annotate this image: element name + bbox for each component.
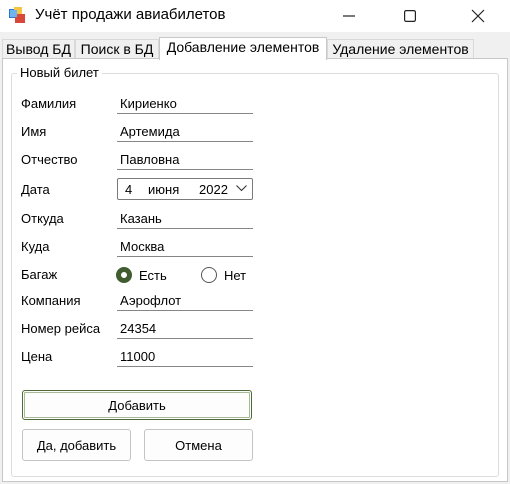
baggage-yes-radio[interactable]: Есть (116, 267, 167, 283)
baggage-no-radio[interactable]: Нет (201, 267, 246, 283)
company-label: Компания (21, 293, 81, 308)
date-month[interactable]: июня (148, 182, 179, 197)
patronymic-label: Отчество (21, 152, 78, 167)
cancel-button[interactable]: Отмена (144, 429, 253, 461)
price-label: Цена (21, 349, 53, 364)
radio-unchecked-icon[interactable] (201, 267, 217, 283)
tab-delete-elements[interactable]: Удаление элементов (327, 39, 474, 59)
minimize-button[interactable] (326, 0, 372, 32)
title-bar: Учёт продажи авиабилетов (0, 0, 510, 32)
window-title: Учёт продажи авиабилетов (35, 6, 226, 23)
patronymic-input[interactable] (117, 149, 253, 170)
date-day[interactable]: 4 (125, 182, 132, 197)
maximize-button[interactable] (387, 0, 433, 32)
from-label: Откуда (21, 211, 64, 226)
chevron-down-icon[interactable] (236, 185, 247, 192)
close-icon (471, 9, 485, 23)
tab-search-db[interactable]: Поиск в БД (75, 39, 159, 59)
flight-number-input[interactable] (117, 318, 253, 339)
name-input[interactable] (117, 121, 253, 142)
baggage-label: Багаж (21, 267, 58, 282)
baggage-yes-label[interactable]: Есть (139, 268, 167, 283)
date-year[interactable]: 2022 (199, 182, 228, 197)
name-label: Имя (21, 124, 47, 139)
minimize-icon (343, 15, 355, 17)
flight-number-label: Номер рейса (21, 321, 101, 336)
tab-strip: Вывод БД Поиск в БД Добавление элементов… (0, 37, 510, 60)
app-icon (9, 7, 25, 23)
tab-view-db[interactable]: Вывод БД (2, 39, 75, 59)
surname-label: Фамилия (21, 96, 77, 111)
confirm-add-button[interactable]: Да, добавить (22, 429, 131, 461)
tab-add-elements[interactable]: Добавление элементов (159, 37, 327, 60)
maximize-icon (404, 10, 416, 22)
company-input[interactable] (117, 290, 253, 311)
add-button[interactable]: Добавить (22, 390, 252, 420)
from-input[interactable] (117, 208, 253, 229)
date-picker[interactable]: 4 июня 2022 (117, 178, 253, 200)
radio-checked-icon[interactable] (116, 267, 132, 283)
baggage-no-label[interactable]: Нет (224, 268, 246, 283)
to-label: Куда (21, 239, 50, 254)
surname-input[interactable] (117, 93, 253, 114)
groupbox-title: Новый билет (17, 65, 102, 80)
date-label: Дата (21, 182, 50, 197)
close-button[interactable] (455, 0, 501, 32)
to-input[interactable] (117, 236, 253, 257)
price-input[interactable] (117, 346, 253, 367)
